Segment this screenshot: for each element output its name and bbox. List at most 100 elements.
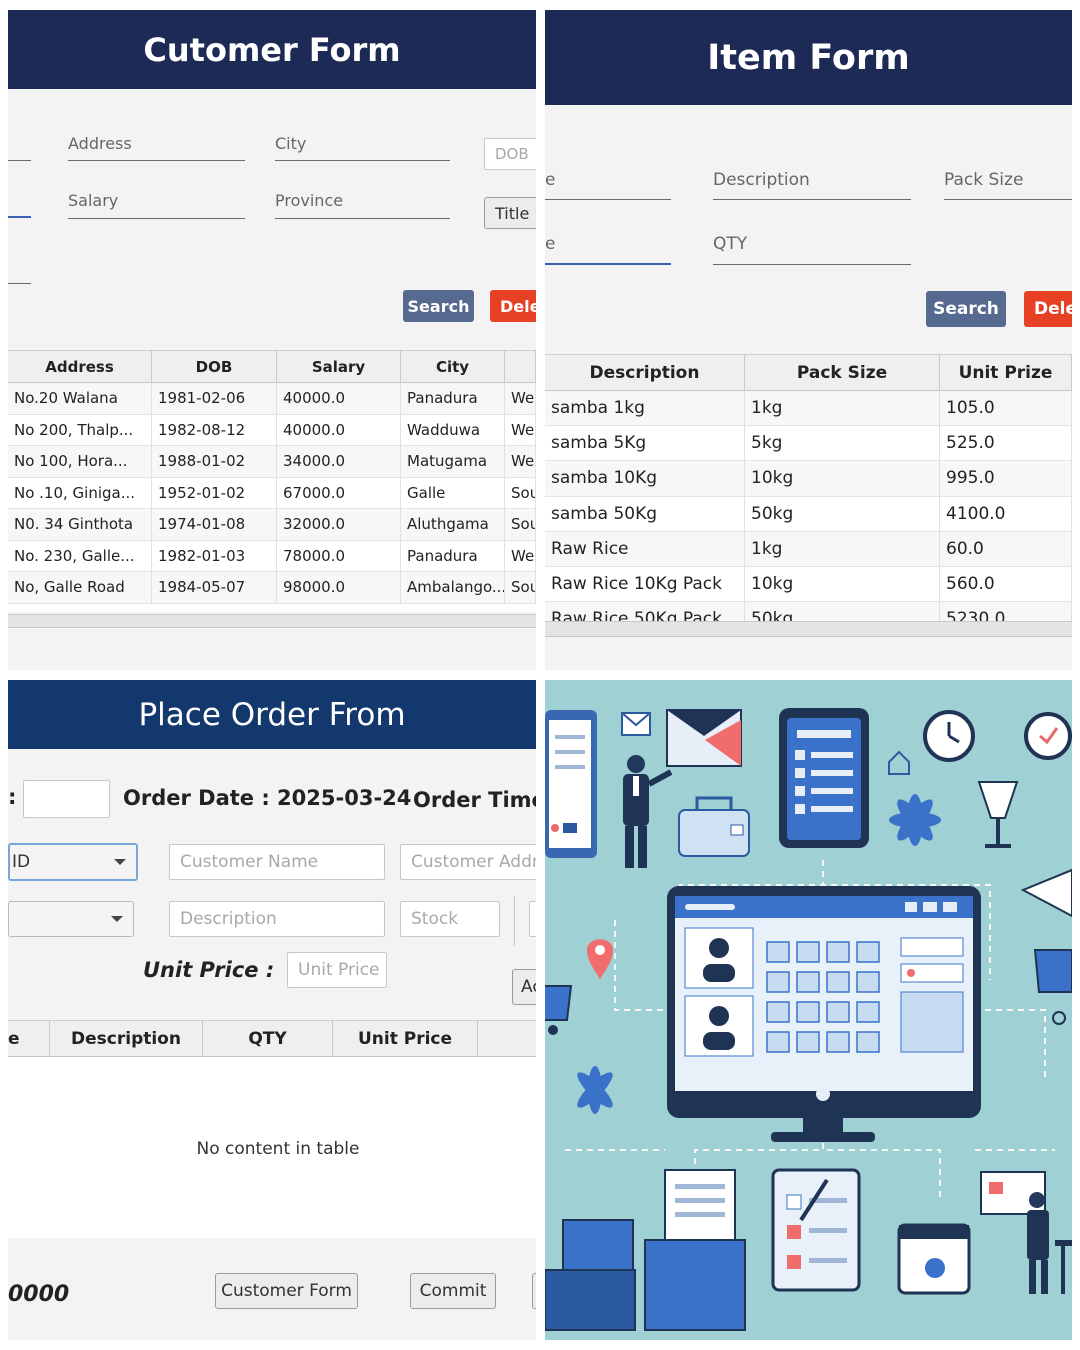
table-cell: 10kg — [745, 461, 940, 496]
table-cell: 1974-01-08 — [152, 509, 277, 540]
table-cell: 1982-08-12 — [152, 414, 277, 445]
table-cell: No. 230, Galle... — [8, 540, 152, 571]
table-row[interactable]: samba 1kg 1kg 105.0 — [545, 391, 1072, 427]
flower-icon — [889, 794, 941, 846]
boxes-icon — [545, 1169, 746, 1331]
customer-name-input[interactable]: Customer Name — [169, 844, 385, 880]
item-unit-price-field-partial[interactable]: e — [545, 234, 671, 265]
customer-table[interactable]: Address DOB Salary City No.20 Walana 1981-02-… — [8, 350, 536, 612]
item-column-header[interactable]: Unit Prize — [940, 355, 1072, 390]
table-row[interactable]: samba 50Kg 50kg 4100.0 — [545, 496, 1072, 532]
cart-col-code[interactable]: e — [8, 1021, 50, 1056]
table-cell: 34000.0 — [277, 446, 401, 477]
order-id-colon: : — [8, 785, 17, 809]
table-cell: 105.0 — [940, 391, 1072, 426]
item-search-button[interactable]: Search — [926, 291, 1006, 327]
monitor-icon — [667, 886, 981, 1142]
table-cell: Sou — [505, 509, 536, 540]
title-combo[interactable]: Title — [484, 197, 536, 229]
dob-date-picker[interactable]: DOB — [484, 138, 536, 170]
item-column-header[interactable]: Description — [545, 355, 745, 390]
customer-column-header[interactable]: DOB — [152, 351, 277, 382]
task-clipboard-icon — [771, 1168, 861, 1292]
customer-search-button[interactable]: Search — [403, 290, 474, 322]
stock-input[interactable]: Stock — [400, 901, 500, 937]
table-cell: 60.0 — [940, 531, 1072, 566]
item-code-field-partial[interactable]: e — [545, 170, 671, 200]
customer-column-header[interactable]: City — [401, 351, 505, 382]
item-table-scrollbar[interactable] — [545, 621, 1072, 637]
table-cell: 560.0 — [940, 566, 1072, 602]
salary-field[interactable]: Salary — [68, 191, 245, 219]
table-row[interactable]: No 100, Hora... 1988-01-02 34000.0 Matugama… — [8, 446, 536, 478]
table-cell: 1982-01-03 — [152, 540, 277, 571]
cart-table-header: e Description QTY Unit Price — [8, 1021, 536, 1057]
home-icon — [888, 750, 910, 775]
table-cell: 98000.0 — [277, 572, 401, 603]
order-id-input[interactable] — [23, 780, 110, 818]
item-table[interactable]: Description Pack Size Unit Prize samba 1kg 1… — [545, 354, 1072, 638]
qty-input-partial[interactable] — [529, 901, 536, 937]
province-field[interactable]: Province — [275, 191, 450, 219]
table-cell: Sou — [505, 477, 536, 508]
cart-col-qty[interactable]: QTY — [203, 1021, 333, 1056]
place-order-header: Place Order From — [8, 680, 536, 749]
order-total-partial: 0000 — [8, 1282, 70, 1307]
table-row[interactable]: No. 230, Galle... 1982-01-03 78000.0 Panadu… — [8, 540, 536, 572]
customer-column-header[interactable]: Address — [8, 351, 152, 382]
customer-table-scrollbar[interactable] — [8, 614, 536, 628]
table-row[interactable]: No, Galle Road 1984-05-07 98000.0 Ambalango… — [8, 572, 536, 604]
item-description-field[interactable]: Description — [713, 170, 911, 200]
table-row[interactable]: Raw Rice 10Kg Pack 10kg 560.0 — [545, 566, 1072, 603]
extra-button-partial[interactable] — [532, 1273, 536, 1309]
customer-form-button[interactable]: Customer Form — [215, 1273, 358, 1309]
vertical-divider — [514, 896, 515, 946]
city-field[interactable]: City — [275, 134, 450, 161]
customer-name-field-partial[interactable] — [8, 198, 31, 218]
glass-icon — [977, 781, 1019, 848]
table-row[interactable]: samba 5Kg 5kg 525.0 — [545, 426, 1072, 462]
customer-form-header: Cutomer Form — [8, 10, 536, 89]
item-qty-field[interactable]: QTY — [713, 234, 911, 265]
customer-column-header[interactable] — [505, 351, 536, 382]
unit-price-input[interactable]: Unit Price — [287, 952, 387, 988]
customer-delete-button[interactable]: Dele — [490, 290, 536, 322]
item-code-combo[interactable] — [8, 901, 134, 937]
commit-button[interactable]: Commit — [410, 1273, 496, 1309]
table-cell: Wes — [505, 446, 536, 477]
order-date-label: Order Date : 2025-03-24 — [123, 786, 412, 810]
item-pack-size-field[interactable]: Pack Size — [944, 170, 1072, 200]
table-cell: Ambalango... — [401, 572, 505, 603]
table-cell: 10kg — [745, 566, 940, 602]
table-row[interactable]: No .10, Giniga... 1952-01-02 67000.0 Galle S… — [8, 477, 536, 509]
cart-col-description[interactable]: Description — [50, 1021, 203, 1056]
customer-column-header[interactable]: Salary — [277, 351, 401, 382]
customer-address-input[interactable]: Customer Addre — [400, 844, 536, 880]
table-row[interactable]: N0. 34 Ginthota 1974-01-08 32000.0 Aluthgam… — [8, 509, 536, 541]
table-cell: 5kg — [745, 426, 940, 461]
cart-table[interactable]: e Description QTY Unit Price No content … — [8, 1020, 536, 1238]
item-delete-button[interactable]: Dele — [1024, 291, 1072, 327]
customer-form-title: Cutomer Form — [143, 30, 401, 69]
table-row[interactable]: No 200, Thalp... 1982-08-12 40000.0 Wadduwa… — [8, 414, 536, 446]
address-field[interactable]: Address — [68, 134, 245, 161]
table-cell: 525.0 — [940, 426, 1072, 461]
customer-extra-field-partial[interactable] — [8, 264, 31, 284]
table-row[interactable]: No.20 Walana1981-02-0640000.0PanaduraWes — [8, 383, 536, 415]
item-column-header[interactable]: Pack Size — [745, 355, 940, 390]
item-description-input[interactable]: Description — [169, 901, 385, 937]
cart-col-extra[interactable] — [478, 1021, 536, 1056]
table-cell: Matugama — [401, 446, 505, 477]
table-cell: 995.0 — [940, 461, 1072, 496]
table-row[interactable]: samba 10Kg 10kg 995.0 — [545, 461, 1072, 497]
table-cell: N0. 34 Ginthota — [8, 509, 152, 540]
cart-col-unit-price[interactable]: Unit Price — [333, 1021, 478, 1056]
clock-icon — [923, 710, 1072, 762]
table-row[interactable]: Raw Rice 1kg 60.0 — [545, 531, 1072, 567]
add-to-cart-button[interactable]: Ac — [512, 969, 536, 1005]
customer-id-combo[interactable]: ID — [8, 843, 138, 881]
customer-id-field-partial[interactable] — [8, 142, 31, 161]
table-cell: 32000.0 — [277, 509, 401, 540]
table-cell: 1952-01-02 — [152, 477, 277, 508]
table-cell: Raw Rice — [545, 531, 745, 566]
